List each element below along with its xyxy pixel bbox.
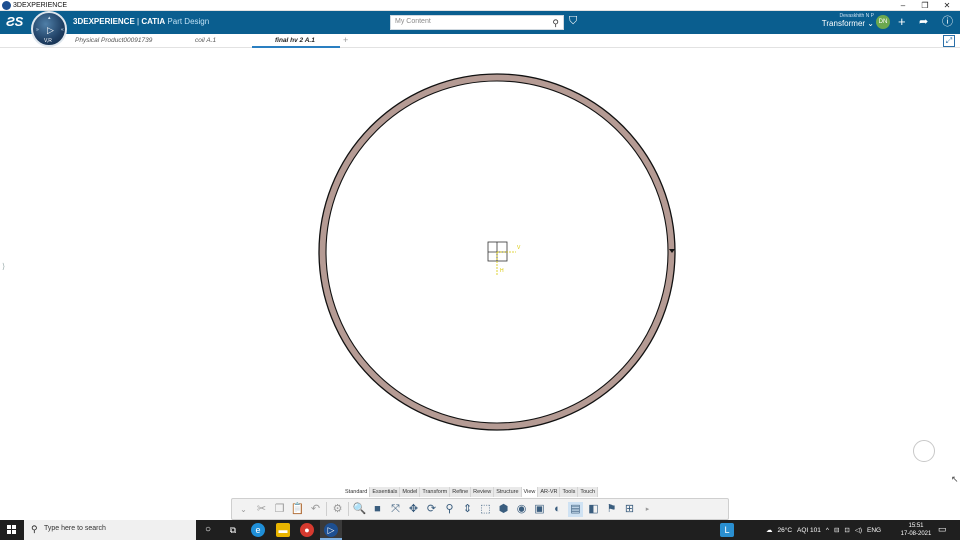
tray-chevron-icon[interactable]: ^ (826, 527, 829, 534)
chrome-icon[interactable]: ● (300, 523, 314, 537)
mouse-cursor-icon: ↖ (951, 474, 959, 484)
rotate-icon[interactable]: ⟳ (424, 502, 439, 517)
view-mode-icon[interactable]: ◧ (586, 502, 601, 517)
system-tray: ☁ 26°C AQI 101 ^ ⊟ ⊡ ◁) ENG (766, 520, 881, 540)
copy-icon[interactable]: ❐ (272, 502, 287, 517)
compass-label: V,R (44, 38, 52, 44)
side-panel-expand-icon[interactable]: ⟩ (2, 262, 5, 271)
compass-east-mark: « (61, 27, 64, 33)
taskbar-3dexperience-app[interactable]: ▷ (320, 520, 342, 540)
v-axis-label: H (500, 268, 504, 274)
tab-view[interactable]: View (521, 487, 539, 497)
shading-icon[interactable]: ⬢ (496, 502, 511, 517)
render-icon[interactable]: ◉ (514, 502, 529, 517)
windows-taskbar: ⚲ Type here to search ○ ⧉ e ▬ ● ▷ L ☁ 26… (0, 520, 960, 540)
cortana-icon[interactable]: ○ (201, 523, 215, 537)
cut-icon[interactable]: ✂ (254, 502, 269, 517)
weather-icon[interactable]: ☁ (766, 526, 773, 534)
clock-date: 17-08-2021 (900, 531, 932, 537)
notification-icon[interactable]: ▭ (938, 524, 947, 535)
zoom-icon[interactable]: ⚲ (442, 502, 457, 517)
update-icon[interactable]: ⚙ (330, 502, 345, 517)
ambience-icon[interactable]: ▣ (532, 502, 547, 517)
paste-icon[interactable]: 📋 (290, 502, 305, 517)
display-icon[interactable]: ⊡ (844, 526, 849, 534)
pan-icon[interactable]: ✥ (406, 502, 421, 517)
tab-structure[interactable]: Structure (494, 487, 522, 497)
cube-view-icon[interactable]: ■ (370, 502, 385, 517)
task-view-icon[interactable]: ⧉ (226, 523, 240, 537)
tab-touch[interactable]: Touch (578, 487, 599, 497)
weather-temp[interactable]: 26°C (778, 527, 793, 534)
compass-west-mark: » (36, 27, 39, 33)
tab-essentials[interactable]: Essentials (370, 487, 401, 497)
compass-north-mark: ▴ (48, 15, 51, 21)
collapse-action-bar-icon[interactable]: ⌄ (236, 502, 251, 517)
fit-all-icon[interactable]: ⤧ (388, 502, 403, 517)
windows-start-icon[interactable] (7, 525, 16, 534)
edge-icon[interactable]: e (251, 523, 265, 537)
3d-compass-widget[interactable]: ▴ » « ▷ V,R (31, 11, 67, 47)
swap-visible-space-icon[interactable]: ▤ (568, 501, 583, 517)
separator (326, 502, 327, 516)
layout-icon[interactable]: ⊞ (622, 502, 637, 517)
tab-review[interactable]: Review (471, 487, 495, 497)
sketch-plane-box (487, 241, 508, 262)
multi-view-icon[interactable]: ⬚ (478, 502, 493, 517)
taskbar-search-input[interactable]: Type here to search (44, 525, 106, 532)
undo-icon[interactable]: ↶ (308, 502, 323, 517)
normal-view-icon[interactable]: ⇕ (460, 502, 475, 517)
tab-model[interactable]: Model (400, 487, 421, 497)
tab-standard[interactable]: Standard (343, 487, 371, 497)
model-geometry: V H (318, 73, 676, 431)
taskbar-search-box[interactable]: ⚲ Type here to search (24, 520, 196, 540)
play-icon[interactable]: ▷ (47, 25, 54, 36)
action-bar: ⌄ ✂ ❐ 📋 ↶ ⚙ 🔍 ■ ⤧ ✥ ⟳ ⚲ ⇕ ⬚ ⬢ ◉ ▣ ◐ ▤ ◧ … (231, 498, 729, 520)
l-app-icon[interactable]: L (720, 523, 734, 537)
tab-ar-vr[interactable]: AR-VR (538, 487, 561, 497)
clock-time: 15:51 (908, 523, 924, 529)
more-commands-icon[interactable]: ▸ (640, 502, 655, 517)
network-icon[interactable]: ⊟ (834, 526, 839, 534)
tab-refine[interactable]: Refine (450, 487, 472, 497)
hide-show-icon[interactable]: ◐ (550, 502, 565, 517)
language-indicator[interactable]: ENG (867, 527, 881, 534)
file-explorer-icon[interactable]: ▬ (276, 523, 290, 537)
camera-icon[interactable]: ⚑ (604, 502, 619, 517)
separator (348, 502, 349, 516)
aqi-text[interactable]: AQI 101 (797, 527, 821, 534)
robot-compass-icon[interactable] (913, 440, 935, 462)
3dexperience-icon: ▷ (324, 523, 338, 537)
tab-transform[interactable]: Transform (420, 487, 451, 497)
zoom-search-icon[interactable]: 🔍 (352, 502, 367, 517)
volume-icon[interactable]: ◁) (855, 526, 862, 534)
search-icon: ⚲ (31, 524, 38, 534)
taskbar-clock[interactable]: 15:51 17-08-2021 (899, 522, 933, 538)
action-bar-section-tabs: Standard Essentials Model Transform Refi… (343, 487, 599, 497)
tab-tools[interactable]: Tools (560, 487, 579, 497)
